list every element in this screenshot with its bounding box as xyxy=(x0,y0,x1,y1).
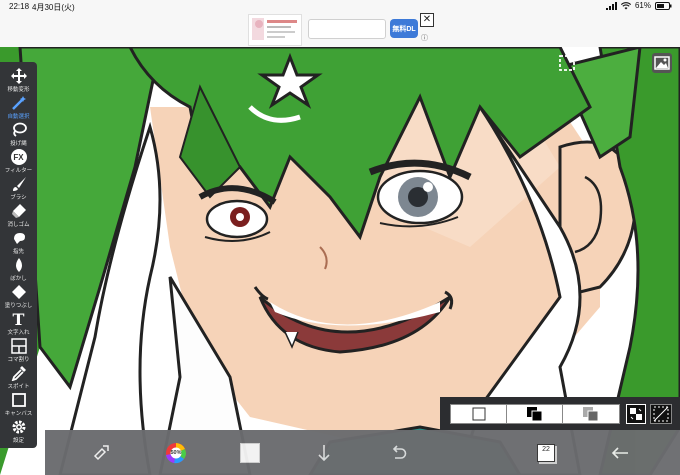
blur-icon xyxy=(11,257,27,273)
tool-label: フィルター xyxy=(4,168,33,174)
tool-settings[interactable]: 設定 xyxy=(0,417,37,451)
image-gallery-icon[interactable] xyxy=(652,53,672,73)
fx-icon: FX xyxy=(10,149,27,165)
color-wheel-icon[interactable]: 50% xyxy=(163,430,189,475)
eyedropper-icon xyxy=(11,365,27,381)
tool-label: 自動選択 xyxy=(7,114,30,120)
selection-box-icon[interactable] xyxy=(557,53,577,73)
status-date: 4月30日(火) xyxy=(32,3,75,12)
tool-label: ぼかし xyxy=(10,276,27,282)
tool-sidebar: 移動変形 自動選択 投げ縄 FX フィルター ブラシ 消しゴム 指先 ぼかし 塗… xyxy=(0,62,37,448)
tool-label: ブラシ xyxy=(10,195,27,201)
fill-bucket-icon xyxy=(11,284,27,300)
ad-text-field[interactable] xyxy=(308,19,386,39)
battery-icon xyxy=(655,1,672,10)
move-icon xyxy=(10,68,27,84)
ad-thumbnail[interactable] xyxy=(248,14,302,46)
ad-download-button[interactable]: 無料DL xyxy=(390,19,418,38)
frame-divider-icon xyxy=(10,338,27,354)
tool-label: 移動変形 xyxy=(7,87,30,93)
layer-count: 22 xyxy=(542,445,550,453)
layer-swap-icon[interactable] xyxy=(626,404,646,424)
layers-icon[interactable]: 22 xyxy=(535,430,557,475)
wifi-icon xyxy=(620,1,631,9)
eraser-icon xyxy=(11,203,27,219)
battery-percent: 61% xyxy=(634,1,651,10)
ad-close-icon[interactable]: ✕ xyxy=(420,13,434,27)
layer-mode-multiply[interactable] xyxy=(506,404,564,424)
tool-label: 投げ縄 xyxy=(10,141,27,147)
download-arrow-icon[interactable] xyxy=(313,430,335,475)
smudge-icon xyxy=(11,230,27,246)
tool-label: スポイト xyxy=(7,384,30,390)
text-icon: T xyxy=(12,309,25,329)
gear-icon xyxy=(11,419,27,435)
ad-info-icon[interactable]: ⓘ xyxy=(421,33,428,43)
brush-icon xyxy=(11,176,27,192)
selection-invert-icon[interactable] xyxy=(650,404,672,424)
undo-icon[interactable] xyxy=(387,430,409,475)
bottom-toolbar: 50% 22 xyxy=(45,430,680,475)
layer-mode-normal[interactable] xyxy=(450,404,508,424)
tool-label: キャンバス xyxy=(4,411,33,417)
tool-label: コマ割り xyxy=(7,357,30,363)
transform-icon[interactable] xyxy=(89,430,113,475)
layer-mode-panel xyxy=(440,397,680,430)
tool-label: 設定 xyxy=(12,438,24,444)
tool-label: 文字入れ xyxy=(7,330,30,336)
magic-wand-icon xyxy=(11,95,27,111)
back-arrow-icon[interactable] xyxy=(609,430,631,475)
status-right: 61% xyxy=(605,1,672,10)
tool-label: 消しゴム xyxy=(7,222,30,228)
layer-mode-screen[interactable] xyxy=(562,404,620,424)
ad-banner: 無料DL ✕ ⓘ xyxy=(0,13,680,48)
tool-label: 指先 xyxy=(12,249,24,255)
color-swatch-icon[interactable] xyxy=(239,430,261,475)
color-opacity-label: 50% xyxy=(170,449,182,456)
status-time: 22:18 xyxy=(9,2,30,11)
canvas-icon xyxy=(11,392,27,408)
status-bar: 22:18 4月30日(火) 61% xyxy=(0,0,680,14)
tool-label: 塗りつぶし xyxy=(4,303,33,309)
signal-icon xyxy=(605,1,617,10)
lasso-icon xyxy=(11,122,27,138)
